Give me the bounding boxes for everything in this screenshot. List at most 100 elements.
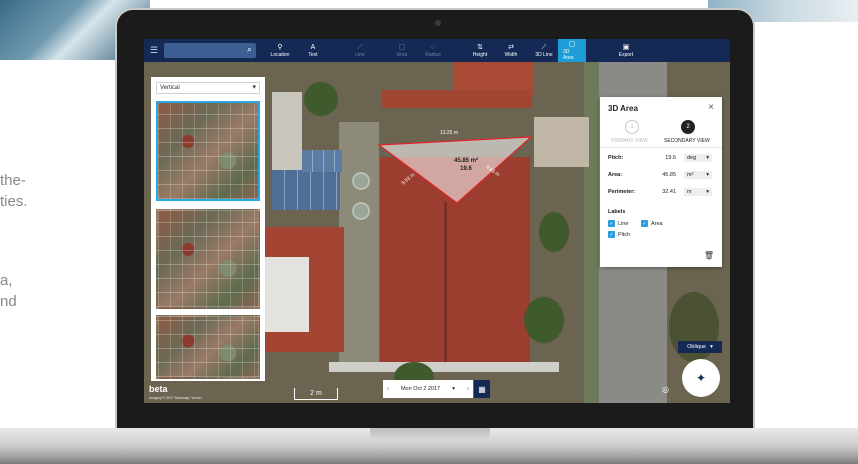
step-secondary[interactable]: 2 (681, 120, 695, 134)
perimeter-value: 32.41 (662, 189, 676, 195)
tool-label: Line (355, 51, 365, 58)
compass-needle-icon: ✦ (695, 371, 707, 385)
view-thumbnail[interactable] (156, 101, 260, 201)
tool-height[interactable]: ⇅ Height (462, 39, 498, 62)
side-copy-line: the- (0, 172, 26, 189)
laptop-notch (370, 428, 490, 440)
pitch-unit: deg (687, 155, 697, 161)
chevron-down-icon: ▾ (452, 386, 455, 392)
camera-icon (435, 20, 441, 26)
beta-badge: beta (149, 384, 168, 394)
trash-icon[interactable]: 🗑 (704, 251, 714, 260)
height-icon: ⇅ (477, 43, 483, 51)
pitch-value: 19.6 (665, 155, 676, 161)
perimeter-unit: m (687, 189, 692, 195)
3d-line-icon: ⟋ (541, 43, 547, 51)
checkbox-line[interactable]: ✓ (608, 220, 615, 227)
area-label: 45.85 m² (454, 157, 478, 164)
date-value[interactable]: Mon Oct 2 2017 (401, 386, 440, 392)
pitch-unit-select[interactable]: deg ▾ (684, 154, 712, 162)
square-icon: ▢ (398, 43, 406, 51)
calendar-icon[interactable]: ▦ (474, 380, 490, 398)
text-icon: A (310, 43, 316, 51)
view-mode-select[interactable]: Oblique ▾ (678, 341, 722, 353)
locate-icon[interactable]: ◎ (662, 385, 674, 397)
next-date-button[interactable]: › (467, 386, 469, 392)
perimeter-row: 32.41 m ▾ (652, 187, 712, 197)
tool-label: Export (618, 51, 634, 58)
perimeter-unit-select[interactable]: m ▾ (684, 188, 712, 196)
search-input[interactable]: ⌕ (164, 43, 256, 58)
prev-date-button[interactable]: ‹ (387, 386, 389, 392)
view-dropdown[interactable]: Vertical ▾ (156, 82, 260, 94)
tool-export[interactable]: ▣ Export (606, 39, 646, 62)
area-row: 45.85 m² ▾ (652, 170, 712, 180)
pitch-row: 19.6 deg ▾ (652, 153, 712, 163)
checkbox-line-label: Line (618, 221, 629, 227)
hamburger-icon[interactable]: ☰ (144, 39, 164, 62)
view-thumbnail[interactable] (156, 209, 260, 309)
3d-area-icon: ▢ (568, 40, 576, 48)
chevron-down-icon: ▾ (706, 189, 709, 195)
compass[interactable]: ✦ (682, 359, 720, 397)
tool-radius[interactable]: ○ Radius (416, 39, 450, 62)
width-icon: ⇄ (508, 43, 514, 51)
circle-icon: ○ (430, 43, 436, 51)
checkbox-area-label: Area (651, 221, 663, 227)
line-chart-icon: ⟋ (357, 43, 363, 51)
tool-label: Area (396, 51, 408, 58)
step-secondary-label: SECONDARY VIEW (664, 138, 710, 144)
pitch-label: 19.6 (460, 166, 472, 172)
scale-bar: 2 m (294, 388, 338, 400)
measured-area-polygon[interactable] (377, 136, 533, 204)
pin-icon: ⚲ (277, 43, 283, 51)
edge-label-top: 13.25 m (440, 130, 458, 136)
side-copy-line: ties. (0, 193, 28, 210)
tool-label: Text (308, 51, 318, 58)
chevron-down-icon: ▾ (252, 84, 256, 91)
toolbar: ☰ ⌕ ⚲ Location A Text ⟋ Line ▢ Area ○ Ra… (144, 39, 730, 62)
view-thumbnail[interactable] (156, 315, 260, 379)
tool-label: 3D Area (563, 48, 574, 61)
tool-width[interactable]: ⇄ Width (498, 39, 524, 62)
tool-line[interactable]: ⟋ Line (340, 39, 380, 62)
tool-area[interactable]: ▢ Area (388, 39, 416, 62)
image-icon: ▣ (622, 43, 630, 51)
tool-label: Width (504, 51, 518, 58)
area-label: Area: (608, 172, 623, 178)
labels-title: Labels (608, 209, 626, 215)
view-strip: Vertical ▾ (151, 77, 265, 381)
area-value: 45.85 (662, 172, 676, 178)
tool-3d-line[interactable]: ⟋ 3D Line (530, 39, 558, 62)
tool-label: Height (472, 51, 488, 58)
chevron-down-icon: ▾ (706, 172, 709, 178)
date-selector: ‹ Mon Oct 2 2017 ▾ › (383, 380, 473, 398)
divider (600, 147, 722, 148)
side-copy-line: nd (0, 293, 17, 310)
view-mode-value: Oblique (687, 344, 707, 350)
tool-location[interactable]: ⚲ Location (262, 39, 298, 62)
step-primary-label: PRIMARY VIEW (611, 138, 648, 144)
close-icon[interactable]: × (708, 102, 714, 113)
tool-label: Location (270, 51, 290, 58)
checkbox-pitch[interactable]: ✓ (608, 231, 615, 238)
chevron-down-icon: ▾ (706, 155, 709, 161)
area-unit: m² (687, 172, 694, 178)
checkbox-pitch-label: Pitch (618, 232, 631, 238)
checkbox-area[interactable]: ✓ (641, 220, 648, 227)
area-unit-select[interactable]: m² ▾ (684, 171, 712, 179)
tool-text[interactable]: A Text (298, 39, 328, 62)
measure-panel: 3D Area × 1 2 PRIMARY VIEW SECONDARY VIE… (600, 97, 722, 267)
perimeter-label: Perimeter: (608, 189, 636, 195)
tool-label: 3D Line (535, 51, 553, 58)
side-copy-b: a, nd (0, 270, 17, 312)
side-copy-line: a, (0, 272, 13, 289)
pitch-label: Pitch: (608, 155, 624, 161)
step-primary[interactable]: 1 (625, 120, 639, 134)
tool-3d-area[interactable]: ▢ 3D Area (558, 39, 586, 62)
panel-title: 3D Area (608, 104, 638, 113)
chevron-down-icon: ▾ (710, 344, 713, 350)
copyright: Imagery © 2017 Nearmap, Vexcel (149, 396, 202, 400)
edge-label-left: 9.53 m (401, 172, 417, 186)
aerial-map[interactable]: 13.25 m 45.85 m² 19.6 9.53 m 9.63 m Vert… (144, 62, 730, 403)
